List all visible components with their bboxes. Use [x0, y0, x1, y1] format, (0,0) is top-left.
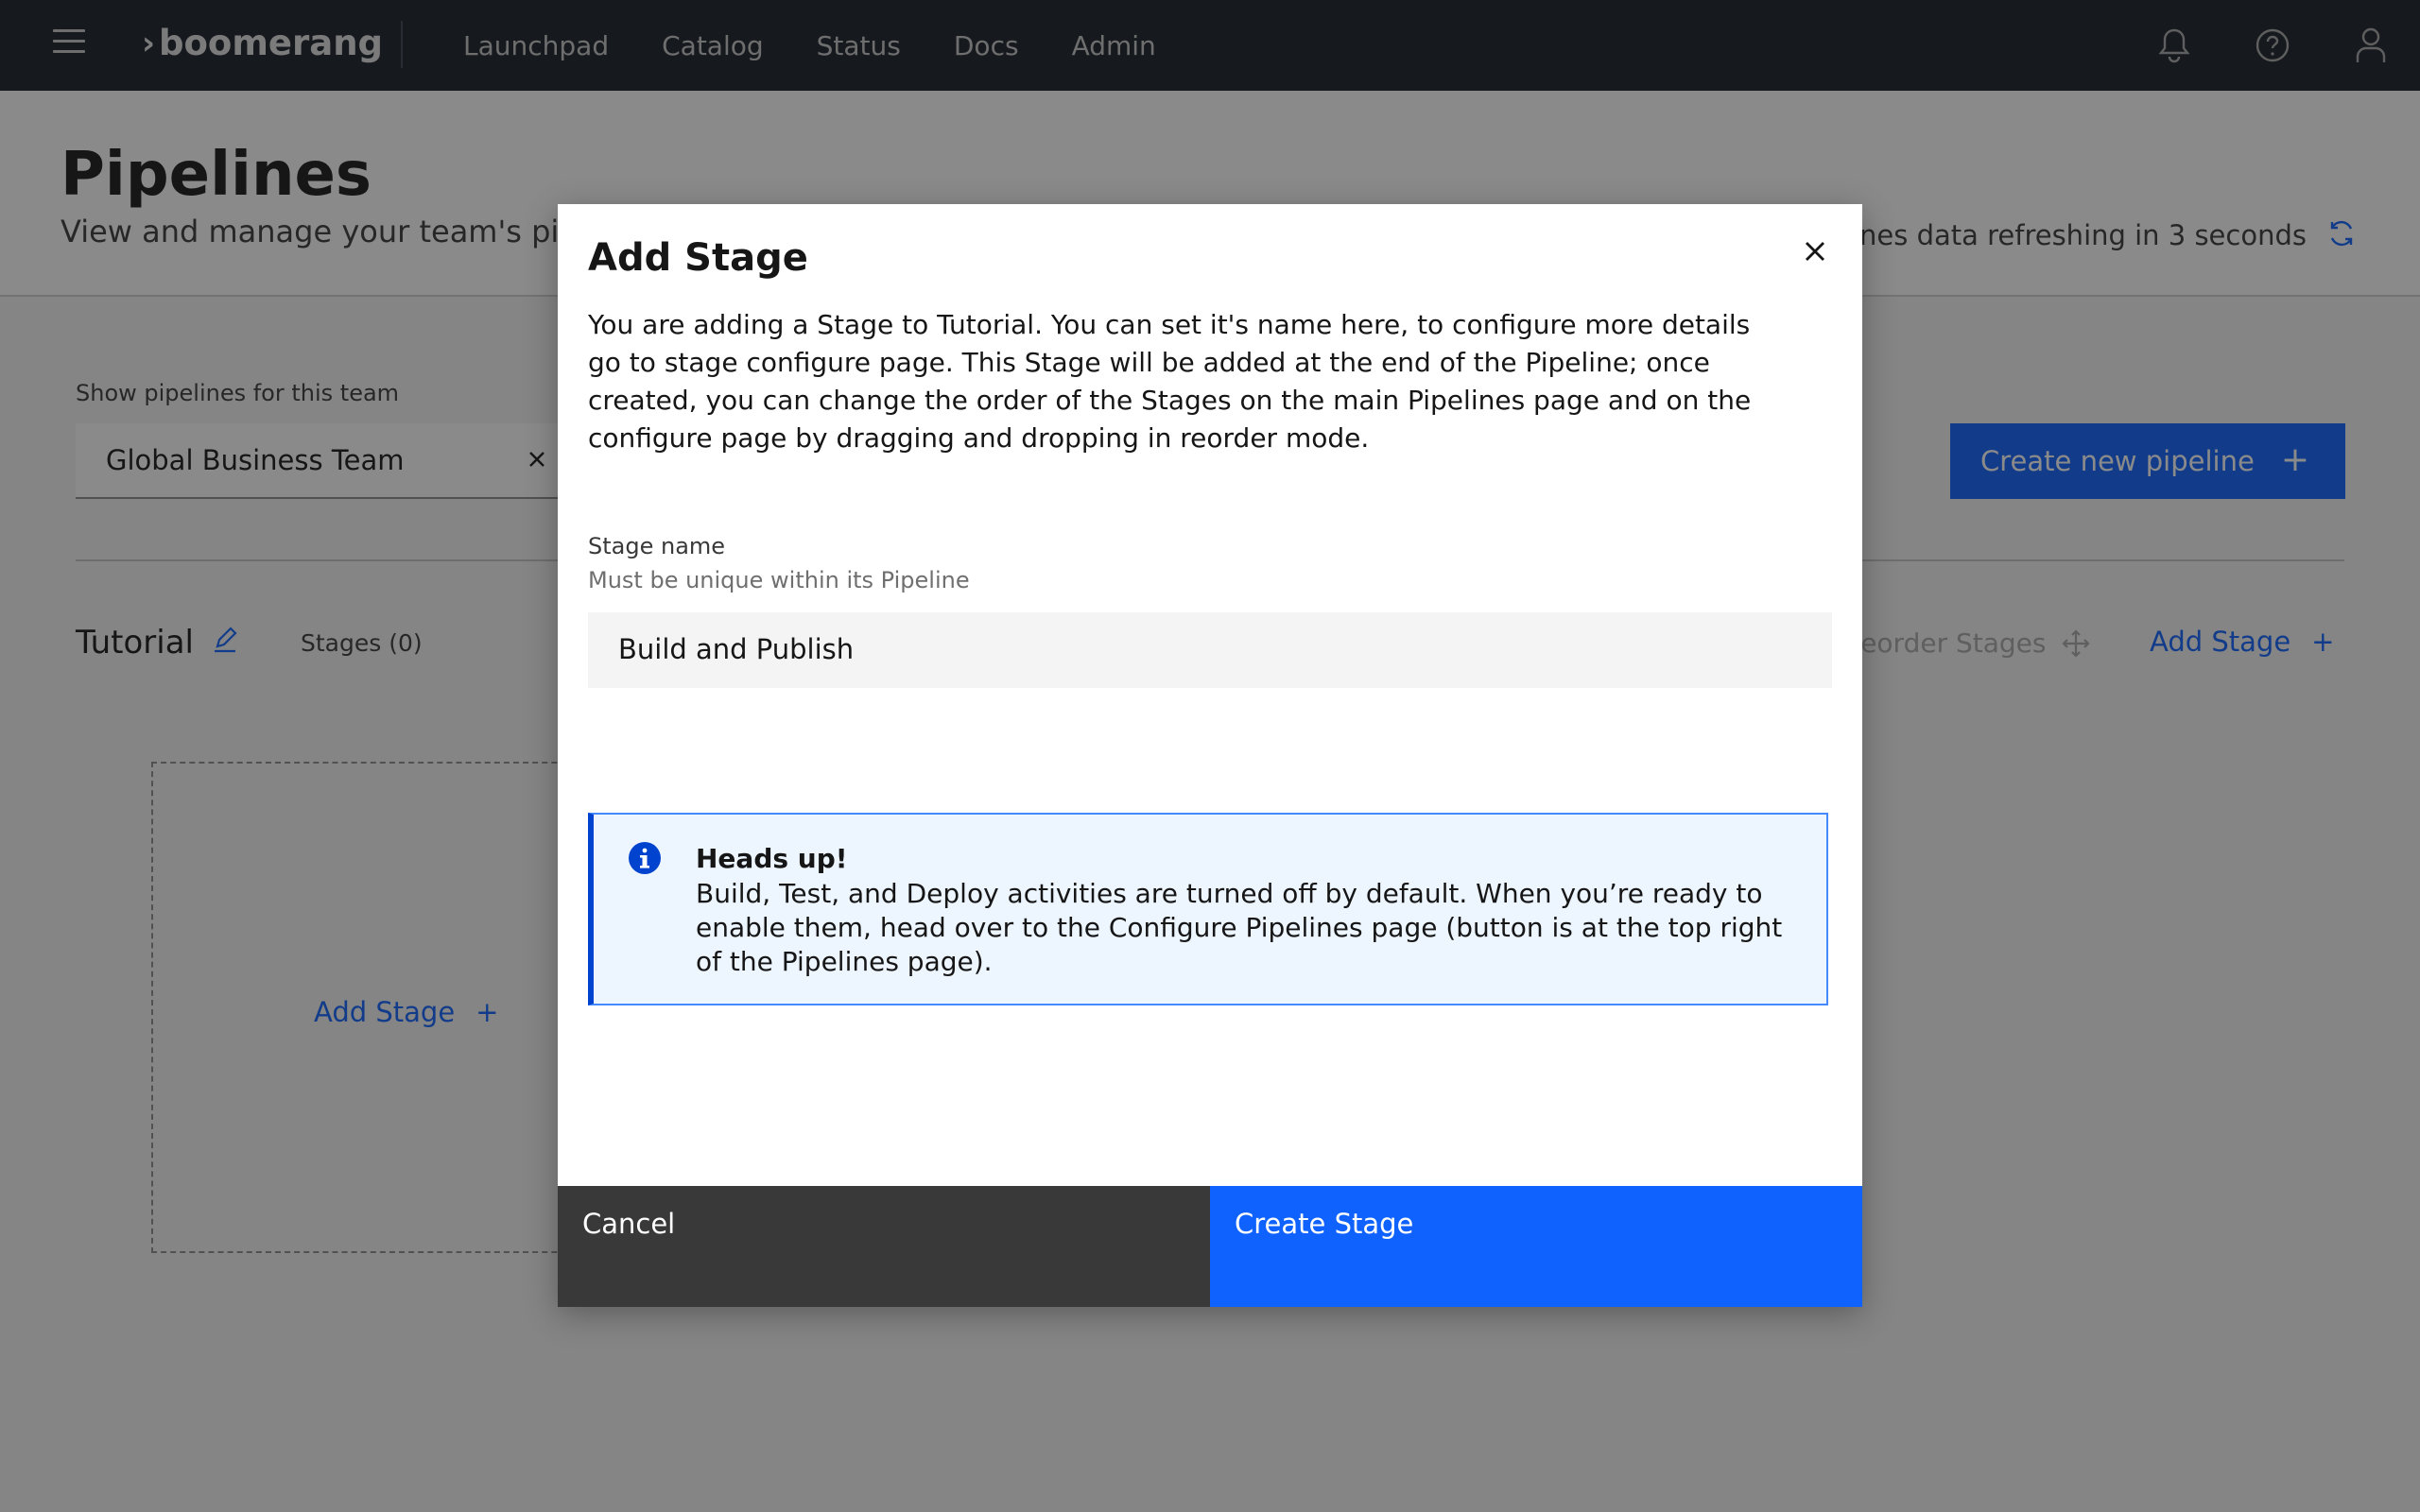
info-notification: Heads up! Build, Test, and Deploy activi…: [588, 813, 1828, 1005]
modal-description: You are adding a Stage to Tutorial. You …: [588, 309, 1752, 454]
stage-name-helper: Must be unique within its Pipeline: [588, 567, 970, 593]
create-stage-button[interactable]: Create Stage: [1210, 1186, 1862, 1307]
app-root: › boomerang Launchpad Catalog Status Doc…: [0, 0, 2420, 1512]
stage-name-input[interactable]: [588, 612, 1832, 688]
stage-name-label: Stage name: [588, 533, 726, 559]
notification-title: Heads up!: [696, 843, 848, 874]
close-icon[interactable]: [1796, 232, 1834, 270]
notification-body: Build, Test, and Deploy activities are t…: [696, 878, 1783, 977]
modal-title: Add Stage: [588, 236, 808, 280]
info-icon: [629, 842, 661, 874]
modal-footer: Cancel Create Stage: [558, 1186, 1862, 1307]
cancel-button[interactable]: Cancel: [558, 1186, 1210, 1307]
add-stage-modal: Add Stage You are adding a Stage to Tuto…: [558, 204, 1862, 1307]
